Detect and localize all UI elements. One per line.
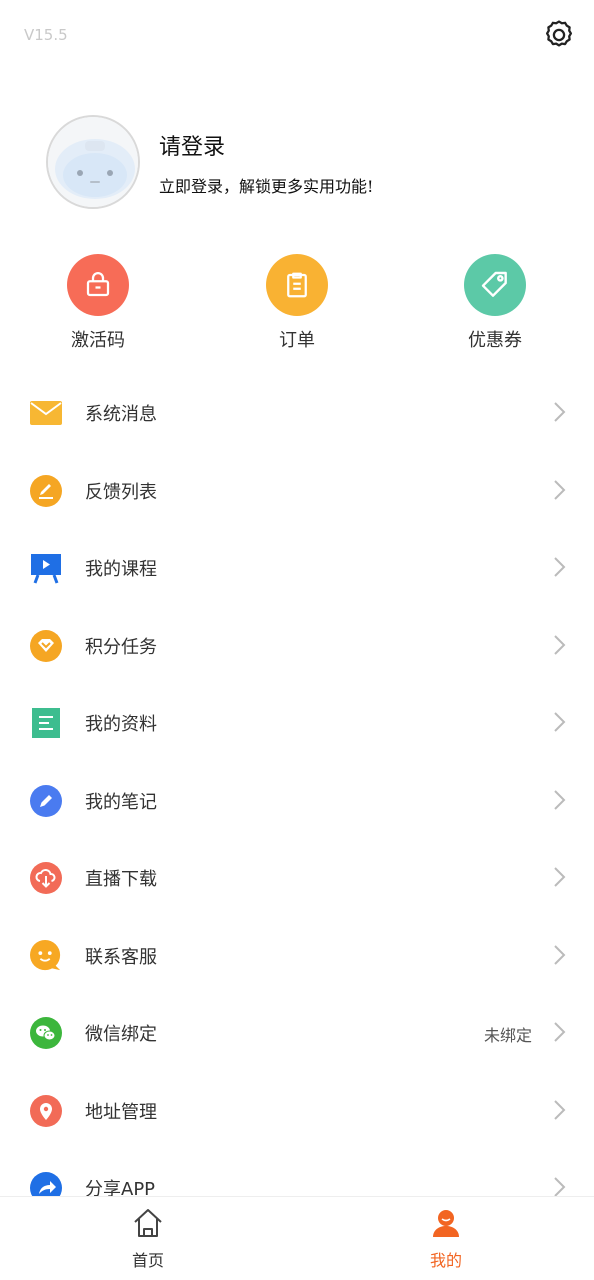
activation-code-label: 激活码 bbox=[71, 330, 125, 351]
chevron-right-icon bbox=[554, 479, 566, 500]
tab-home-label: 首页 bbox=[131, 1251, 164, 1270]
gear-icon bbox=[545, 20, 573, 47]
tab-home[interactable]: 首页 bbox=[78, 1197, 218, 1280]
chevron-right-icon bbox=[554, 1099, 566, 1120]
avatar[interactable] bbox=[46, 115, 140, 209]
document-icon bbox=[32, 708, 60, 738]
menu-item-address-management[interactable]: 地址管理 bbox=[0, 1072, 594, 1150]
activation-code-icon-circle bbox=[67, 254, 129, 316]
activation-code-button[interactable]: 激活码 bbox=[38, 254, 158, 354]
lock-bag-icon bbox=[86, 272, 110, 297]
pencil-icon bbox=[30, 784, 62, 817]
menu-item-points-tasks[interactable]: 积分任务 bbox=[0, 607, 594, 685]
profile-card[interactable]: 请登录 立即登录，解锁更多实用功能! bbox=[46, 115, 566, 211]
points-heart-icon bbox=[30, 629, 62, 662]
chevron-right-icon bbox=[554, 944, 566, 965]
menu-item-feedback-list[interactable]: 反馈列表 bbox=[0, 452, 594, 530]
menu-item-label: 系统消息 bbox=[85, 404, 157, 425]
menu-item-label: 反馈列表 bbox=[85, 481, 157, 503]
wechat-binding-status: 未绑定 bbox=[483, 1026, 532, 1045]
menu-item-label: 我的资料 bbox=[85, 714, 157, 735]
coupons-icon-circle bbox=[464, 254, 526, 316]
menu-item-my-courses[interactable]: 我的课程 bbox=[0, 529, 594, 607]
login-title[interactable]: 请登录 bbox=[159, 129, 225, 161]
coupons-label: 优惠券 bbox=[468, 330, 522, 351]
menu-item-label: 联系客服 bbox=[85, 946, 157, 968]
settings-button[interactable] bbox=[540, 16, 578, 54]
chevron-right-icon bbox=[554, 867, 566, 887]
menu-item-wechat-binding[interactable]: 微信绑定 未绑定 bbox=[0, 994, 594, 1072]
menu-item-contact-support[interactable]: 联系客服 bbox=[0, 917, 594, 995]
menu-item-system-messages[interactable]: 系统消息 bbox=[0, 374, 594, 452]
location-pin-icon bbox=[30, 1094, 62, 1127]
menu-item-my-notes[interactable]: 我的笔记 bbox=[0, 762, 594, 840]
menu-item-my-materials[interactable]: 我的资料 bbox=[0, 684, 594, 762]
robot-avatar-icon bbox=[48, 117, 138, 207]
clipboard-icon bbox=[287, 272, 307, 298]
user-icon bbox=[433, 1210, 459, 1237]
menu-item-label: 微信绑定 bbox=[85, 1024, 157, 1045]
version-label: V15.5 bbox=[24, 26, 68, 44]
wechat-icon bbox=[30, 1017, 62, 1049]
home-icon bbox=[134, 1209, 162, 1237]
menu-item-label: 我的课程 bbox=[85, 559, 157, 580]
chevron-right-icon bbox=[554, 402, 566, 422]
orders-button[interactable]: 订单 bbox=[237, 254, 357, 354]
orders-icon-circle bbox=[266, 254, 328, 316]
tab-mine-label: 我的 bbox=[429, 1251, 462, 1270]
chevron-right-icon bbox=[554, 1022, 566, 1042]
course-board-icon bbox=[31, 554, 61, 584]
chevron-right-icon bbox=[554, 712, 566, 732]
mail-icon bbox=[30, 401, 62, 425]
coupons-button[interactable]: 优惠券 bbox=[435, 254, 555, 354]
tab-mine[interactable]: 我的 bbox=[376, 1197, 516, 1280]
tag-icon bbox=[481, 271, 507, 297]
chevron-right-icon bbox=[554, 634, 566, 655]
cloud-download-icon bbox=[30, 862, 62, 894]
login-subtitle: 立即登录，解锁更多实用功能! bbox=[159, 177, 374, 196]
bottom-tab-bar: 首页 我的 bbox=[0, 1196, 594, 1280]
menu-item-label: 地址管理 bbox=[85, 1101, 157, 1123]
feedback-edit-icon bbox=[30, 474, 62, 507]
chevron-right-icon bbox=[554, 789, 566, 810]
orders-label: 订单 bbox=[279, 330, 315, 351]
menu-item-live-download[interactable]: 直播下载 bbox=[0, 839, 594, 917]
chevron-right-icon bbox=[554, 557, 566, 577]
menu-item-label: 直播下载 bbox=[85, 869, 157, 890]
menu-item-label: 我的笔记 bbox=[85, 791, 157, 813]
menu-item-label: 积分任务 bbox=[85, 636, 157, 658]
smiley-chat-icon bbox=[30, 939, 61, 970]
menu-list: 系统消息 反馈列表 我的课程 积分任务 我的资料 我的笔记 直播下载 联系客服 … bbox=[0, 374, 594, 1227]
